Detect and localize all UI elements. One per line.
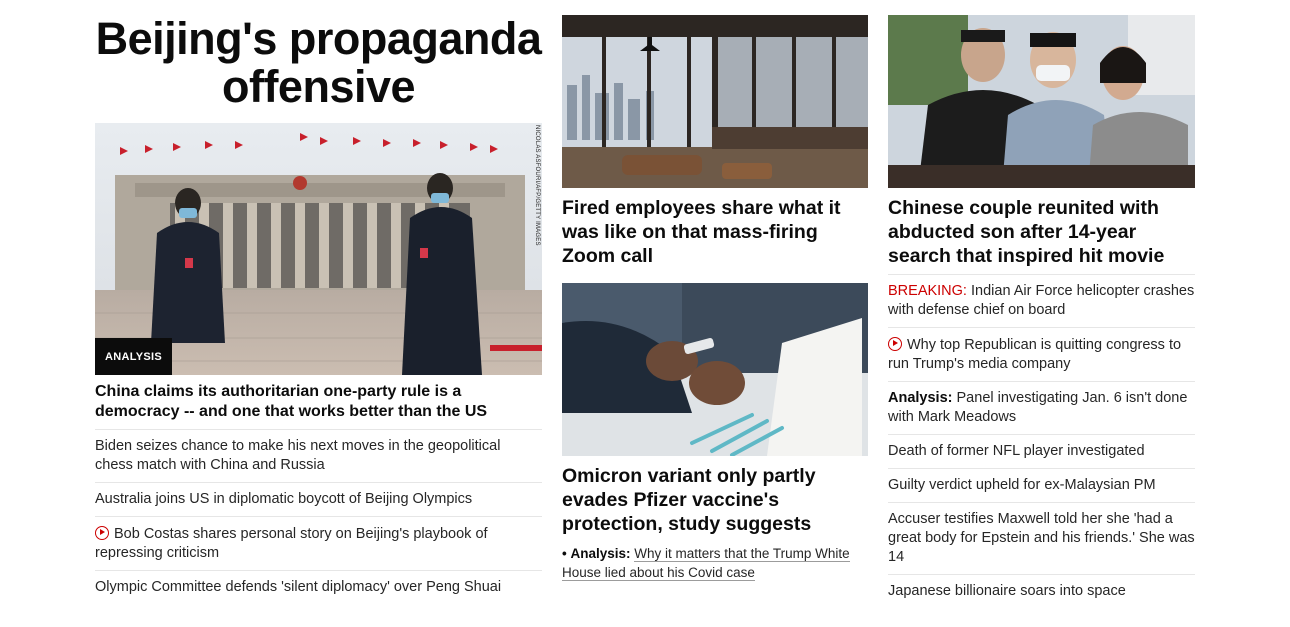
list-item[interactable]: BREAKING: Indian Air Force helicopter cr…: [888, 275, 1195, 328]
sub-bullet: •: [562, 546, 567, 561]
headline-list: BREAKING: Indian Air Force helicopter cr…: [888, 275, 1195, 608]
list-item[interactable]: Guilty verdict upheld for ex-Malaysian P…: [888, 469, 1195, 503]
hero-headline[interactable]: China claims its authoritarian one-party…: [95, 382, 542, 430]
sub-analysis-link[interactable]: • Analysis: Why it matters that the Trum…: [562, 544, 868, 582]
list-item[interactable]: Death of former NFL player investigated: [888, 435, 1195, 469]
list-item-text: Why top Republican is quitting congress …: [888, 337, 1182, 372]
sub-label: Analysis:: [570, 546, 631, 561]
play-icon: [95, 526, 109, 540]
list-item-text: Olympic Committee defends 'silent diplom…: [95, 579, 502, 595]
list-item-text: Bob Costas shares personal story on Beij…: [95, 526, 488, 561]
section-title[interactable]: Beijing's propaganda offensive: [95, 15, 542, 123]
family-photo: [888, 15, 1195, 188]
card-headline[interactable]: Chinese couple reunited with abducted so…: [888, 196, 1195, 275]
card2-headline[interactable]: Omicron variant only partly evades Pfize…: [562, 464, 868, 536]
list-item[interactable]: Olympic Committee defends 'silent diplom…: [95, 571, 542, 604]
office-photo: [562, 15, 868, 188]
list-item[interactable]: Analysis: Panel investigating Jan. 6 isn…: [888, 382, 1195, 435]
list-item-text: Death of former NFL player investigated: [888, 443, 1145, 459]
card1-headline[interactable]: Fired employees share what it was like o…: [562, 196, 868, 268]
list-item[interactable]: Japanese billionaire soars into space: [888, 575, 1195, 608]
list-item[interactable]: Bob Costas shares personal story on Beij…: [95, 517, 542, 571]
list-item-text: Accuser testifies Maxwell told her she '…: [888, 511, 1195, 565]
photo-credit: NICOLAS ASFOURI/AFP/GETTY IMAGES: [534, 125, 540, 246]
play-icon: [888, 337, 902, 351]
card1-image[interactable]: [562, 15, 868, 188]
breaking-label: BREAKING:: [888, 283, 967, 299]
list-item[interactable]: Australia joins US in diplomatic boycott…: [95, 483, 542, 517]
zone-right: Chinese couple reunited with abducted so…: [888, 0, 1195, 608]
headline-list: Biden seizes chance to make his next mov…: [95, 430, 542, 604]
list-item[interactable]: Why top Republican is quitting congress …: [888, 328, 1195, 382]
list-item-text: Guilty verdict upheld for ex-Malaysian P…: [888, 477, 1156, 493]
card2-image[interactable]: [562, 283, 868, 456]
list-item[interactable]: Biden seizes chance to make his next mov…: [95, 430, 542, 483]
hero-image[interactable]: NICOLAS ASFOURI/AFP/GETTY IMAGES ANALYSI…: [95, 123, 542, 375]
analysis-badge: ANALYSIS: [95, 338, 173, 375]
zone-middle: Fired employees share what it was like o…: [562, 0, 868, 582]
list-item-text: Japanese billionaire soars into space: [888, 583, 1126, 599]
zone-beijing-propaganda: Beijing's propaganda offensive NICOLAS A…: [95, 0, 542, 604]
vaccine-photo: [562, 283, 868, 456]
list-item-text: Australia joins US in diplomatic boycott…: [95, 491, 473, 507]
analysis-label: Analysis:: [888, 390, 953, 406]
list-item[interactable]: Accuser testifies Maxwell told her she '…: [888, 503, 1195, 575]
card-image[interactable]: [888, 15, 1195, 188]
list-item-text: Biden seizes chance to make his next mov…: [95, 438, 501, 473]
